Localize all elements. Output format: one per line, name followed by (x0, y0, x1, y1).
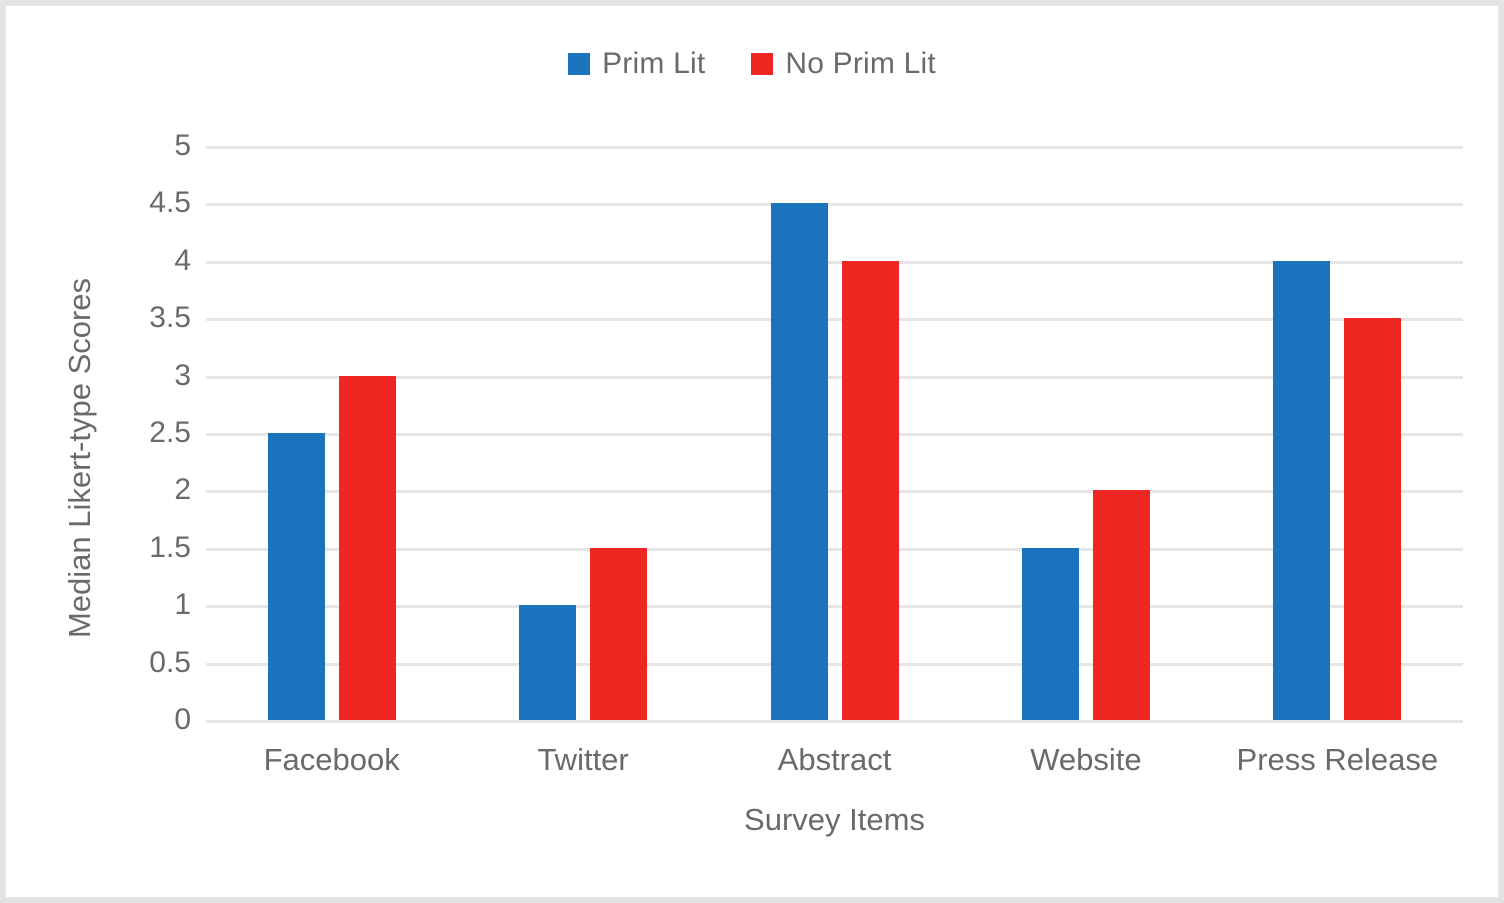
legend-label: Prim Lit (602, 47, 706, 80)
y-axis-tick-label: 5 (174, 129, 191, 162)
y-axis-tick-label: 1 (174, 588, 191, 622)
x-axis-title: Survey Items (744, 802, 925, 837)
bar[interactable] (1021, 547, 1079, 720)
chart-legend: Prim Lit No Prim Lit (6, 42, 1498, 86)
bar[interactable] (590, 547, 648, 720)
x-axis-tick-label: Abstract (777, 742, 892, 777)
bar[interactable] (1273, 260, 1331, 720)
bar-chart-figure: Prim Lit No Prim Lit Median Likert-type S… (0, 0, 1504, 903)
y-axis-tick-label: 4 (174, 243, 191, 277)
bar-group (1212, 146, 1463, 720)
x-axis-tick-label: Press Release (1236, 742, 1439, 777)
legend-swatch-icon (751, 53, 774, 75)
bar[interactable] (1344, 318, 1402, 720)
y-axis-tick-label: 2 (174, 473, 191, 507)
bar[interactable] (1092, 490, 1150, 720)
legend-label: No Prim Lit (785, 47, 936, 80)
legend-entry[interactable]: Prim Lit (568, 49, 705, 79)
legend-entry[interactable]: No Prim Lit (751, 49, 936, 79)
plot-area: 5 4.5 4 3.5 3 2.5 2 1.5 1 0.5 0 (149, 129, 1463, 736)
bar[interactable] (267, 433, 325, 720)
bar[interactable] (338, 375, 396, 720)
x-axis-tick-label: Facebook (263, 742, 400, 777)
y-axis-tick-label: 2.5 (149, 416, 191, 449)
bar-group (206, 146, 457, 720)
bar[interactable] (770, 203, 828, 720)
y-axis-tick-label: 1.5 (149, 530, 191, 564)
y-axis-tick-label: 0.5 (149, 645, 191, 679)
bar-group (960, 146, 1211, 720)
bar[interactable] (841, 260, 899, 720)
y-axis-tick-label: 0 (174, 703, 191, 736)
bar-group (709, 146, 960, 720)
y-axis-tick-label: 3 (174, 358, 191, 392)
gridline (206, 720, 1463, 723)
bar-group (457, 146, 708, 720)
y-axis-tick-label: 4.5 (149, 186, 191, 220)
bar[interactable] (519, 605, 577, 720)
x-axis-tick-labels: Facebook Twitter Abstract Website Press Rele… (206, 742, 1463, 778)
legend-swatch-icon (568, 53, 591, 75)
x-axis-tick-label: Twitter (537, 742, 629, 777)
x-axis-tick-label: Website (1030, 742, 1142, 777)
y-axis-tick-label: 3.5 (149, 301, 191, 335)
bar-groups (206, 146, 1463, 720)
